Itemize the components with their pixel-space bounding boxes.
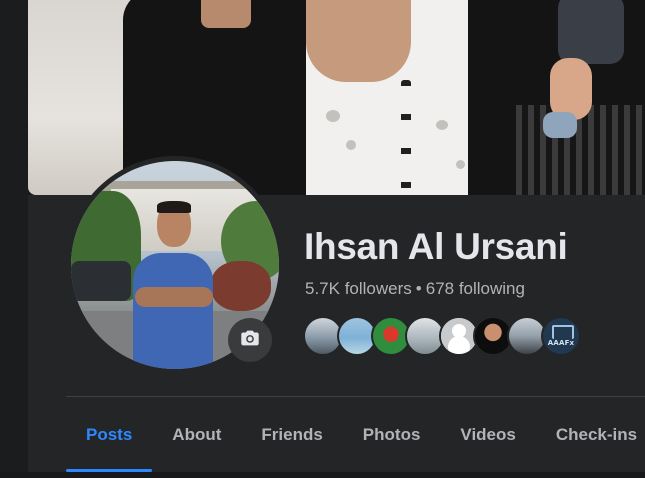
followers-link[interactable]: 5.7K followers <box>305 279 412 298</box>
building-icon <box>552 325 574 339</box>
tab-videos[interactable]: Videos <box>440 397 535 472</box>
tab-friends[interactable]: Friends <box>241 397 342 472</box>
page-bottom-edge <box>0 472 645 478</box>
mutual-friends-avatars: AAAFx <box>303 316 581 356</box>
tab-posts[interactable]: Posts <box>66 397 153 472</box>
camera-icon <box>239 327 261 354</box>
stats-separator: • <box>415 279 422 298</box>
tab-check-ins[interactable]: Check-ins <box>536 397 645 472</box>
profile-tabs: Posts About Friends Photos Videos Check-… <box>66 397 645 472</box>
friend-avatar-8[interactable]: AAAFx <box>541 316 581 356</box>
follow-stats: 5.7K followers • 678 following <box>305 279 525 299</box>
left-margin <box>0 195 28 472</box>
following-link[interactable]: 678 following <box>426 279 525 298</box>
friend-avatar-8-label: AAAFx <box>547 339 575 347</box>
cover-photo[interactable] <box>28 0 645 195</box>
profile-page: Ihsan Al Ursani 5.7K followers • 678 follo… <box>0 0 645 478</box>
cover-figure-baby <box>528 0 638 144</box>
update-profile-picture-button[interactable] <box>228 318 272 362</box>
left-margin-top <box>0 0 28 195</box>
tab-photos[interactable]: Photos <box>343 397 441 472</box>
profile-name: Ihsan Al Ursani <box>304 226 568 267</box>
tab-about[interactable]: About <box>152 397 241 472</box>
